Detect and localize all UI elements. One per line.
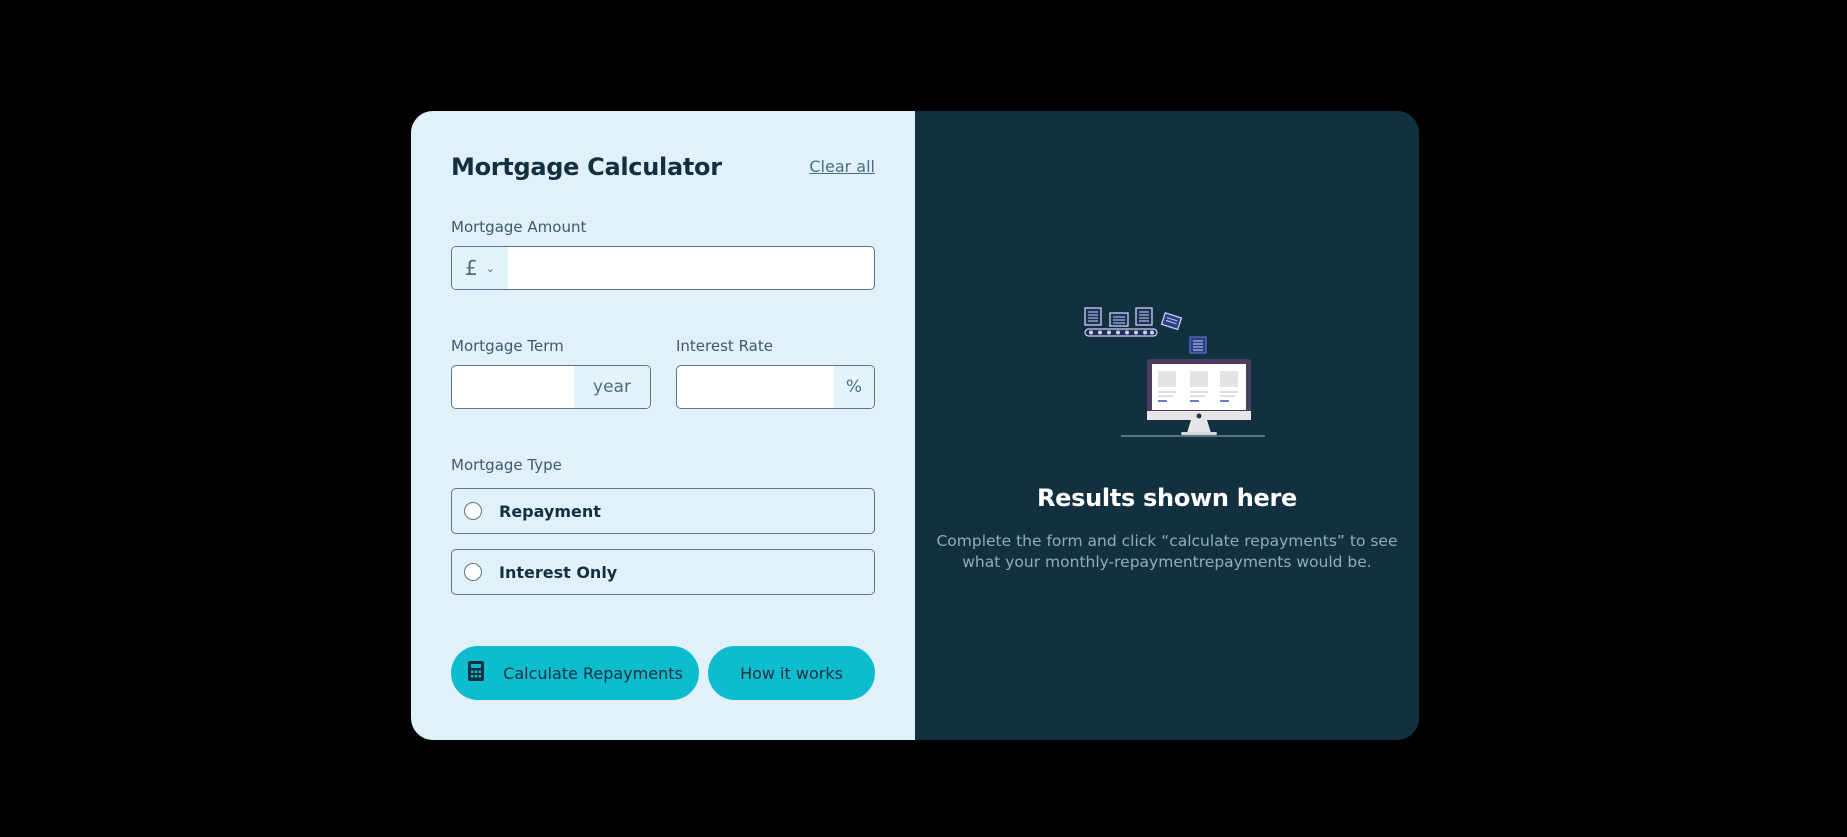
radio-circle[interactable] <box>464 563 482 581</box>
computer-illustration <box>1065 301 1278 455</box>
how-it-works-button[interactable]: How it works <box>708 646 875 700</box>
chevron-down-icon: ⌄ <box>485 261 495 275</box>
calculate-repayments-button[interactable]: Calculate Repayments <box>451 646 699 700</box>
interest-rate-input[interactable] <box>677 366 834 408</box>
how-it-works-label: How it works <box>740 663 843 683</box>
mortgage-amount-input[interactable] <box>508 247 874 289</box>
mortgage-amount-label: Mortgage Amount <box>451 218 587 236</box>
calculator-form: Mortgage Calculator Clear all Mortgage A… <box>411 111 915 740</box>
currency-symbol: £ <box>465 256 478 280</box>
calculate-label: Calculate Repayments <box>503 663 683 683</box>
radio-circle[interactable] <box>464 502 482 520</box>
term-unit: year <box>574 366 650 408</box>
mortgage-term-label: Mortgage Term <box>451 337 564 355</box>
radio-interest-only[interactable]: Interest Only <box>451 549 875 595</box>
radio-label: Interest Only <box>499 562 618 582</box>
radio-repayment[interactable]: Repayment <box>451 488 875 534</box>
page-title: Mortgage Calculator <box>451 153 722 181</box>
currency-select[interactable]: £ ⌄ <box>452 247 508 289</box>
results-panel: Results shown here Complete the form and… <box>915 111 1419 740</box>
results-title: Results shown here <box>1036 484 1298 512</box>
mortgage-amount-field: £ ⌄ <box>451 246 875 290</box>
mortgage-term-input[interactable] <box>452 366 574 408</box>
results-description: Complete the form and click “calculate r… <box>936 532 1398 571</box>
interest-rate-field: % <box>676 365 875 409</box>
radio-label: Repayment <box>499 501 601 521</box>
mortgage-term-field: year <box>451 365 651 409</box>
rate-unit: % <box>834 366 874 408</box>
interest-rate-label: Interest Rate <box>676 337 773 355</box>
mortgage-type-label: Mortgage Type <box>451 456 562 474</box>
mortgage-calculator-card: Mortgage Calculator Clear all Mortgage A… <box>411 111 1419 740</box>
calculator-icon <box>467 661 485 685</box>
clear-all-link[interactable]: Clear all <box>809 157 875 176</box>
